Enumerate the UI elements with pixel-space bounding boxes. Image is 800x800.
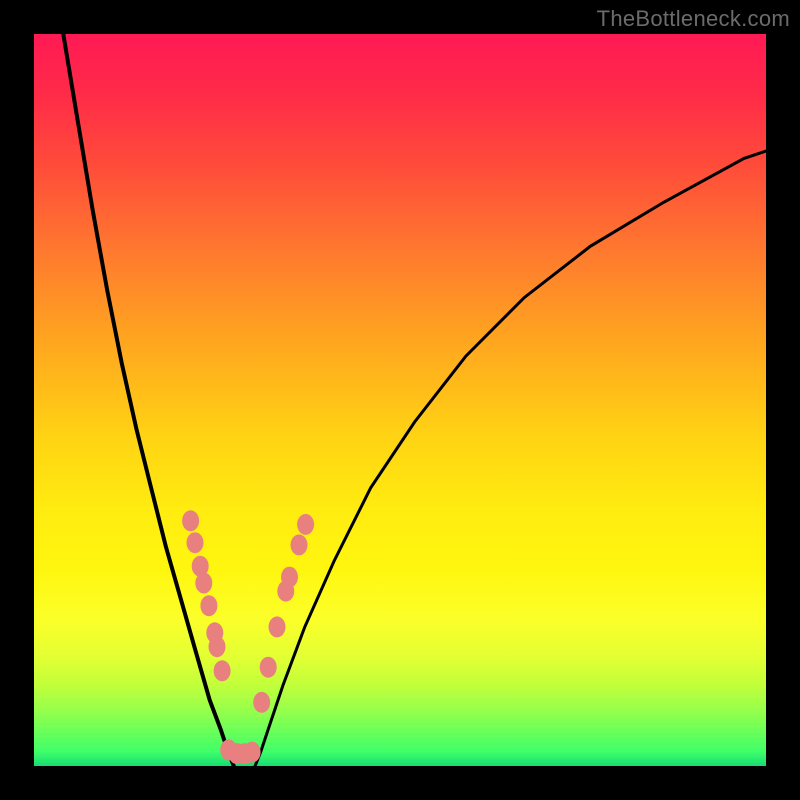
marker-point: [269, 616, 286, 637]
marker-point: [281, 567, 298, 588]
marker-point: [200, 595, 217, 616]
marker-point: [182, 510, 199, 531]
marker-point: [214, 660, 231, 681]
marker-point: [244, 742, 261, 763]
marker-point: [209, 636, 226, 657]
curve-right-curve: [255, 151, 766, 766]
marker-point: [253, 692, 270, 713]
marker-point: [195, 573, 212, 594]
marker-layer: [182, 510, 314, 764]
chart-plot-area: [34, 34, 766, 766]
marker-point: [260, 657, 277, 678]
watermark-text: TheBottleneck.com: [597, 6, 790, 32]
curve-layer: [63, 34, 766, 766]
marker-point: [187, 532, 204, 553]
marker-point: [297, 514, 314, 535]
curve-left-curve: [63, 34, 234, 766]
marker-point: [291, 534, 308, 555]
chart-svg: [34, 34, 766, 766]
